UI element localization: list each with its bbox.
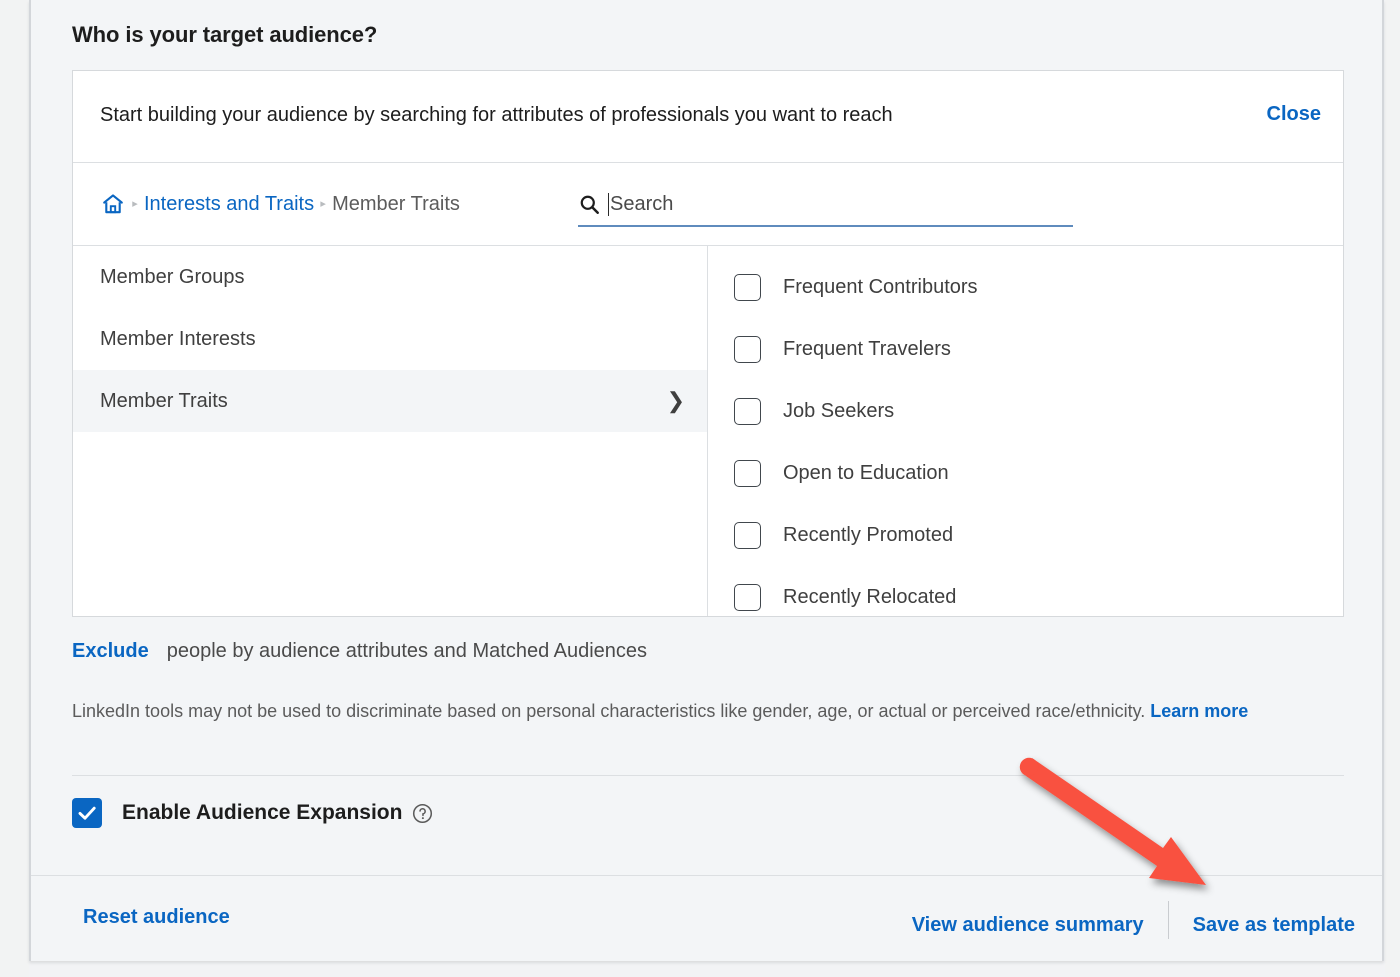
legal-text: LinkedIn tools may not be used to discri…	[72, 701, 1151, 721]
category-label: Member Interests	[100, 327, 256, 350]
category-item-member-groups[interactable]: Member Groups	[73, 246, 707, 308]
exclude-row: Exclude people by audience attributes an…	[72, 640, 647, 663]
home-icon[interactable]	[100, 191, 126, 217]
checkbox-frequent-travelers[interactable]	[734, 335, 761, 363]
audience-panel: Who is your target audience? Start build…	[29, 0, 1384, 961]
page-root: Who is your target audience? Start build…	[0, 0, 1400, 977]
checkbox-frequent-contributors[interactable]	[734, 273, 761, 301]
option-label: Open to Education	[783, 461, 949, 484]
footer-bar: Reset audience View audience summary Sav…	[31, 875, 1382, 959]
question-mark-circle-icon[interactable]	[412, 803, 433, 824]
category-item-member-traits[interactable]: Member Traits ❯	[73, 370, 707, 432]
checkbox-job-seekers[interactable]	[734, 397, 761, 425]
builder-header-text: Start building your audience by searchin…	[100, 104, 893, 126]
legal-disclaimer: LinkedIn tools may not be used to discri…	[72, 698, 1262, 724]
category-label: Member Groups	[100, 265, 245, 288]
search-field[interactable]	[578, 183, 1073, 227]
text-cursor	[608, 192, 609, 216]
left-gutter	[0, 0, 29, 977]
save-as-template-button[interactable]: Save as template	[1193, 914, 1355, 937]
option-list: Frequent Contributors Frequent Travelers…	[708, 246, 1343, 616]
option-row-job-seekers[interactable]: Job Seekers	[708, 380, 1343, 442]
category-list: Member Groups Member Interests Member Tr…	[73, 246, 708, 616]
breadcrumb-separator-1: ▸	[132, 197, 138, 210]
reset-audience-button[interactable]: Reset audience	[83, 906, 230, 929]
option-label: Recently Promoted	[783, 523, 954, 546]
chevron-right-icon: ❯	[666, 388, 685, 413]
search-icon	[578, 193, 600, 215]
option-row-open-to-education[interactable]: Open to Education	[708, 442, 1343, 504]
checkbox-enable-audience-expansion[interactable]	[72, 798, 102, 828]
footer-actions: View audience summary Save as template	[912, 901, 1355, 944]
breadcrumb-separator-2: ▸	[320, 197, 326, 210]
audience-expansion-label: Enable Audience Expansion	[122, 801, 403, 824]
breadcrumb-item-member-traits: Member Traits	[332, 192, 460, 215]
option-row-frequent-travelers[interactable]: Frequent Travelers	[708, 318, 1343, 380]
breadcrumb: ▸ Interests and Traits ▸ Member Traits	[100, 163, 460, 245]
checkbox-recently-promoted[interactable]	[734, 521, 761, 549]
view-audience-summary-button[interactable]: View audience summary	[912, 914, 1144, 937]
learn-more-link[interactable]: Learn more	[1150, 701, 1248, 721]
breadcrumb-item-interests-and-traits[interactable]: Interests and Traits	[144, 193, 314, 216]
divider	[72, 775, 1344, 776]
option-label: Frequent Contributors	[783, 275, 978, 298]
breadcrumb-search-row: ▸ Interests and Traits ▸ Member Traits	[73, 163, 1343, 246]
builder-header: Start building your audience by searchin…	[73, 71, 1343, 163]
builder-body: Member Groups Member Interests Member Tr…	[73, 246, 1343, 616]
audience-builder-card: Start building your audience by searchin…	[72, 70, 1344, 617]
exclude-link[interactable]: Exclude	[72, 640, 149, 663]
option-label: Recently Relocated	[783, 585, 957, 608]
footer-divider	[1167, 901, 1169, 939]
checkbox-open-to-education[interactable]	[734, 459, 761, 487]
audience-expansion-row: Enable Audience Expansion	[72, 798, 433, 828]
option-row-frequent-contributors[interactable]: Frequent Contributors	[708, 256, 1343, 318]
option-row-recently-promoted[interactable]: Recently Promoted	[708, 504, 1343, 566]
option-row-recently-relocated[interactable]: Recently Relocated	[708, 566, 1343, 628]
option-label: Frequent Travelers	[783, 337, 951, 360]
category-item-member-interests[interactable]: Member Interests	[73, 308, 707, 370]
close-button[interactable]: Close	[1267, 103, 1321, 126]
checkbox-recently-relocated[interactable]	[734, 583, 761, 611]
right-gutter	[1385, 0, 1400, 977]
exclude-description: people by audience attributes and Matche…	[166, 640, 648, 662]
option-label: Job Seekers	[783, 399, 895, 422]
category-label: Member Traits	[100, 389, 228, 412]
search-input[interactable]	[610, 192, 1073, 216]
page-title: Who is your target audience?	[72, 22, 378, 47]
